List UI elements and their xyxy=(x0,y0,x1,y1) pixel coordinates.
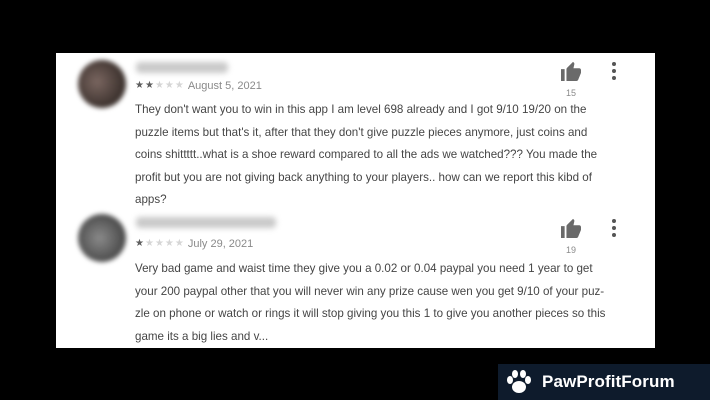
star-empty-icon: ★ xyxy=(174,80,184,91)
review-text-line: zle on phone or watch or rings it will s… xyxy=(135,307,606,320)
more-vertical-icon[interactable] xyxy=(608,62,620,83)
star-filled-icon: ★ xyxy=(144,80,154,91)
thumbs-up-icon xyxy=(561,61,581,81)
review-item: ★ ★ ★ ★ ★ July 29, 2021 Very bad game and wa… xyxy=(56,210,655,348)
rating-row: ★ ★ ★ ★ ★ August 5, 2021 xyxy=(135,80,262,92)
star-empty-icon: ★ xyxy=(164,80,174,91)
review-text-line: profit but you are not giving back anyth… xyxy=(135,170,592,184)
reviews-card: ★ ★ ★ ★ ★ August 5, 2021 They don't want you… xyxy=(56,53,655,348)
review-text-line: apps? xyxy=(135,193,167,206)
rating-row: ★ ★ ★ ★ ★ July 29, 2021 xyxy=(135,238,253,250)
review-date: August 5, 2021 xyxy=(187,80,262,92)
avatar xyxy=(78,214,126,262)
brand-name: PawProfitForum xyxy=(542,372,675,391)
thumbs-up-icon xyxy=(561,218,581,238)
review-text-line: coins shittttt..what is a shoe reward co… xyxy=(135,148,598,161)
review-text-line: game its a big lies and v... xyxy=(135,329,269,343)
more-vertical-icon[interactable] xyxy=(608,219,620,240)
star-rating: ★ ★ ★ ★ ★ xyxy=(135,81,185,91)
avatar xyxy=(78,60,126,108)
review-text-line: puzzle items but that's it, after that t… xyxy=(135,125,588,139)
reviewer-name-redacted xyxy=(136,217,276,228)
star-empty-icon: ★ xyxy=(154,238,164,249)
helpful-count: 19 xyxy=(565,245,576,255)
star-filled-icon: ★ xyxy=(135,238,144,249)
star-filled-icon: ★ xyxy=(135,80,144,91)
star-empty-icon: ★ xyxy=(174,238,184,249)
star-empty-icon: ★ xyxy=(144,238,154,249)
review-text-line: They don't want you to win in this app I… xyxy=(135,103,587,116)
review-text-line: Very bad game and waist time they give y… xyxy=(135,262,593,275)
review-item: ★ ★ ★ ★ ★ August 5, 2021 They don't want you… xyxy=(56,53,655,206)
star-empty-icon: ★ xyxy=(164,238,174,249)
brand-banner: PawProfitForum xyxy=(498,364,710,400)
review-text-line: your 200 paypal other that you will neve… xyxy=(135,284,605,298)
review-date: July 29, 2021 xyxy=(187,238,254,250)
paw-icon xyxy=(507,370,531,393)
helpful-count: 15 xyxy=(565,88,576,98)
review-text: Very bad game and waist time they give y… xyxy=(135,258,629,348)
star-rating: ★ ★ ★ ★ ★ xyxy=(135,239,185,249)
helpful-button[interactable]: 15 xyxy=(559,61,583,98)
review-text: They don't want you to win in this app I… xyxy=(135,99,629,212)
helpful-button[interactable]: 19 xyxy=(559,218,583,255)
reviewer-name-redacted xyxy=(136,62,228,73)
star-empty-icon: ★ xyxy=(154,80,164,91)
